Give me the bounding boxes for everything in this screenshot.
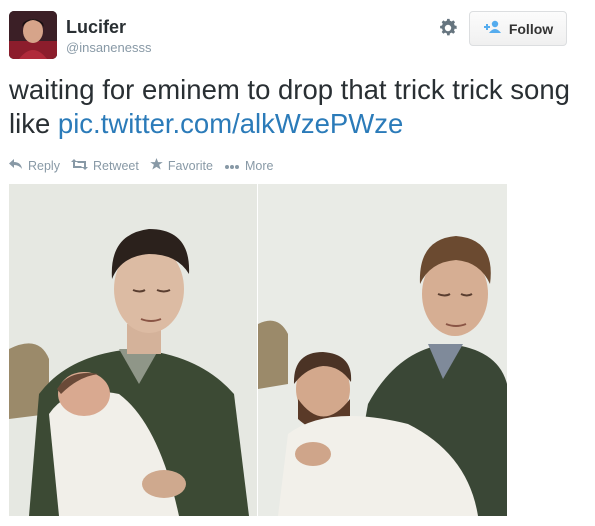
tweet-actions: Reply Retweet Favorite More xyxy=(9,158,273,173)
favorite-action[interactable]: Favorite xyxy=(150,158,213,173)
avatar[interactable] xyxy=(9,11,57,59)
gear-icon[interactable] xyxy=(437,17,459,39)
favorite-label: Favorite xyxy=(167,158,213,173)
follow-button[interactable]: Follow xyxy=(469,11,567,46)
follow-label: Follow xyxy=(508,20,554,37)
tweet-link[interactable]: pic.twitter.com/alkWzePWze xyxy=(58,108,403,139)
star-icon xyxy=(150,158,163,173)
user-handle[interactable]: @insanenesss xyxy=(66,40,151,55)
reply-label: Reply xyxy=(28,158,60,173)
retweet-label: Retweet xyxy=(92,158,139,173)
reply-action[interactable]: Reply xyxy=(9,158,60,173)
avatar-image xyxy=(9,11,57,59)
reply-icon xyxy=(9,158,23,173)
follow-person-plus-icon xyxy=(483,20,503,37)
tweet-photo-left[interactable] xyxy=(9,184,257,516)
more-action[interactable]: More xyxy=(224,159,273,173)
more-dots-icon xyxy=(224,159,240,173)
tweet-text: waiting for eminem to drop that trick tr… xyxy=(9,73,589,141)
tweet-photo-right[interactable] xyxy=(258,184,507,516)
user-name[interactable]: Lucifer xyxy=(66,17,126,38)
retweet-icon xyxy=(70,158,88,173)
retweet-action[interactable]: Retweet xyxy=(70,158,139,173)
more-label: More xyxy=(244,158,274,173)
